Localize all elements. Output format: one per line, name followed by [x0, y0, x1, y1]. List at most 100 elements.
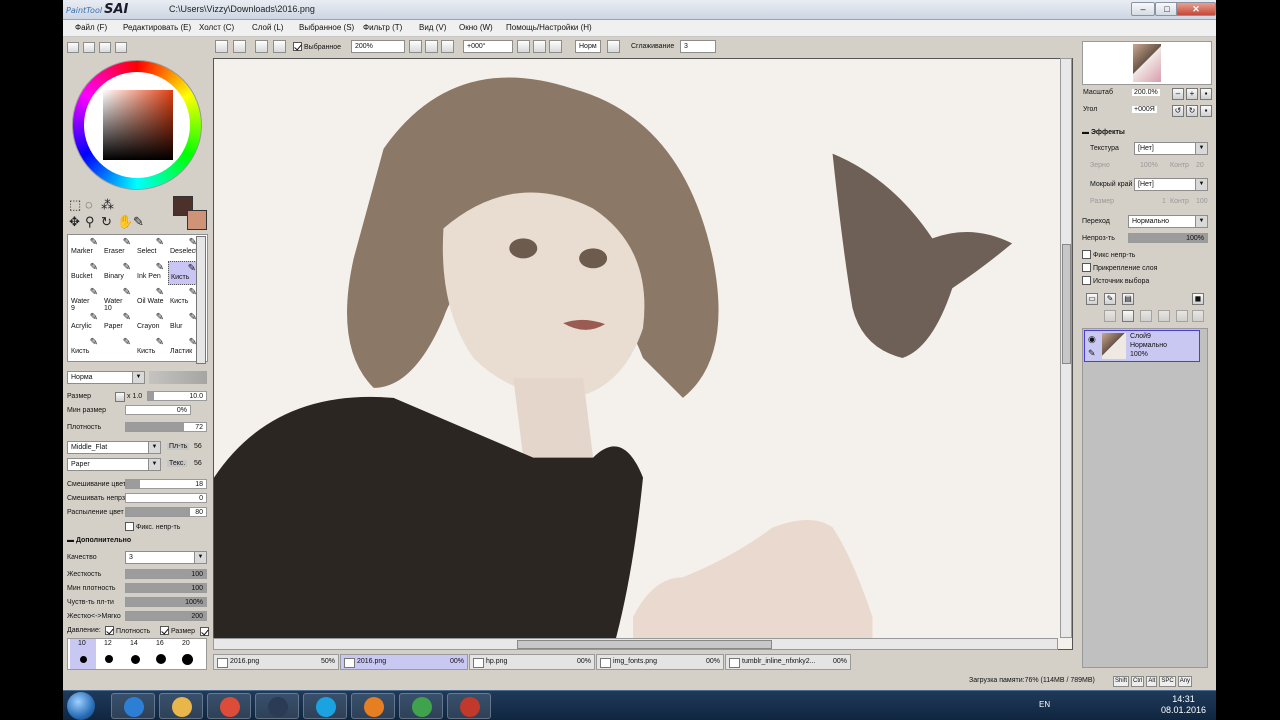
menu-file[interactable]: Файл (F)	[75, 23, 107, 32]
brush-size-preset[interactable]: 16	[148, 639, 174, 669]
menu-canvas[interactable]: Холст (C)	[199, 23, 234, 32]
document-tab[interactable]: img_fonts.png 00%	[596, 654, 724, 670]
canvas-horizontal-scrollbar[interactable]	[213, 638, 1058, 650]
advanced-section[interactable]: ▬ Дополнительно	[67, 537, 131, 544]
lock-opacity-checkbox[interactable]: Фикс непр-ть	[1082, 250, 1135, 259]
brush-item[interactable]: ✎ Eraser	[102, 236, 133, 260]
brush-lock-icon[interactable]: ✎	[1088, 348, 1096, 359]
quality-select[interactable]: 3	[125, 551, 207, 564]
taskbar-app-button[interactable]	[255, 693, 299, 719]
softness-slider[interactable]: 200	[125, 611, 207, 621]
mode-field[interactable]: Норм	[575, 40, 601, 53]
brush-size-preset[interactable]: 20	[174, 639, 200, 669]
wet-edge-select[interactable]: [Нет]	[1134, 178, 1208, 191]
taskbar-app-button[interactable]	[447, 693, 491, 719]
zoom-icon[interactable]: ⚲	[85, 215, 95, 228]
new-linework-layer-icon[interactable]: ✎	[1104, 293, 1116, 305]
clipping-checkbox[interactable]: Прикрепление слоя	[1082, 263, 1157, 272]
new-folder-icon[interactable]: ▤	[1122, 293, 1134, 305]
brush-item[interactable]: ✎ Blur	[168, 311, 199, 335]
toolbar-button[interactable]	[233, 40, 246, 53]
brush-item[interactable]: ✎ Кисть	[69, 336, 100, 360]
layer-action-icon[interactable]	[1192, 310, 1204, 322]
clear-layer-icon[interactable]	[1140, 310, 1152, 322]
toolbar-button[interactable]	[273, 40, 286, 53]
layer-item[interactable]: ◉ ✎ Слой9 Нормально 100%	[1084, 330, 1200, 362]
lasso-icon[interactable]: ◌	[85, 198, 93, 211]
rect-select-icon[interactable]: ⬚	[69, 198, 81, 211]
smoothing-select[interactable]: 3	[680, 40, 716, 53]
brush-shape-presets[interactable]	[149, 371, 207, 384]
color-saturation-square[interactable]	[103, 90, 173, 160]
transfer-down-icon[interactable]	[1104, 310, 1116, 322]
minimize-button[interactable]: –	[1131, 2, 1155, 16]
brush-size-preset[interactable]: 12	[96, 639, 122, 669]
density-slider[interactable]: 72	[125, 422, 207, 432]
layer-action-icon[interactable]	[1176, 310, 1188, 322]
min-density-slider[interactable]: 100	[125, 583, 207, 593]
rotate-right-button[interactable]: ↻	[1186, 105, 1198, 117]
brush-item[interactable]: ✎ Ink Pen	[135, 261, 166, 285]
brush-item[interactable]: ✎ Acrylic	[69, 311, 100, 335]
brush-item[interactable]: ✎ Кисть	[168, 286, 199, 310]
horizontal-scroll-thumb[interactable]	[517, 640, 772, 649]
menu-edit[interactable]: Редактировать (E)	[123, 23, 191, 32]
taskbar-app-button[interactable]	[207, 693, 251, 719]
system-clock[interactable]: 14:31 08.01.2016	[1161, 694, 1206, 716]
rotate-reset-button[interactable]: ▪	[1200, 105, 1212, 117]
artwork-canvas[interactable]	[214, 59, 1072, 649]
brush-item[interactable]: ✎ Bucket	[69, 261, 100, 285]
pressure-density-checkbox[interactable]: Плотность	[105, 626, 150, 635]
delete-layer-icon[interactable]	[1158, 310, 1170, 322]
brush-item[interactable]: ✎ Кисть	[135, 336, 166, 360]
selection-source-checkbox[interactable]: Источник выбора	[1082, 276, 1149, 285]
size-slider[interactable]: 10.0	[147, 391, 207, 401]
menu-window[interactable]: Окно (W)	[459, 23, 493, 32]
pressure-size-checkbox[interactable]: Размер	[160, 626, 195, 635]
brush-item[interactable]: ✎ Marker	[69, 236, 100, 260]
brush-item[interactable]: ✎ Ластик	[168, 336, 199, 360]
brush-size-preset[interactable]: 10	[70, 639, 96, 669]
start-button[interactable]	[67, 692, 95, 720]
zoom-in-button[interactable]: +	[1186, 88, 1198, 100]
menu-help[interactable]: Помощь/Настройки (H)	[506, 23, 592, 32]
blend-slider[interactable]: 18	[125, 479, 207, 489]
color-wheel-mode-icon[interactable]	[67, 42, 79, 53]
menu-selection[interactable]: Выбранное (S)	[299, 23, 354, 32]
layer-blend-select[interactable]: Нормально	[1128, 215, 1208, 228]
brush-item[interactable]: ✎ Deselect	[168, 236, 199, 260]
taskbar-app-button[interactable]	[159, 693, 203, 719]
texture-amount[interactable]: 56	[194, 460, 202, 467]
brush-item[interactable]: ✎ Binary	[102, 261, 133, 285]
blend-mode-select[interactable]: Норма	[67, 371, 145, 384]
swatches-icon[interactable]	[115, 42, 127, 53]
menu-layer[interactable]: Слой (L)	[252, 23, 283, 32]
hardness-slider[interactable]: 100	[125, 569, 207, 579]
brush-item[interactable]: ✎ Кисть	[168, 261, 199, 285]
layer-opacity-slider[interactable]: 100%	[1128, 233, 1208, 243]
eyedropper-icon[interactable]: ✎	[133, 215, 144, 228]
scale-value[interactable]: 200.0%	[1132, 89, 1160, 96]
dilution-slider[interactable]: 0	[125, 493, 207, 503]
brush-item[interactable]: ✎ Select	[135, 236, 166, 260]
document-tab[interactable]: tumblr_inline_nfxnky2... 00%	[725, 654, 851, 670]
menu-view[interactable]: Вид (V)	[419, 23, 446, 32]
brush-item[interactable]: ✎ Paper	[102, 311, 133, 335]
rgb-slider-icon[interactable]	[83, 42, 95, 53]
menu-filter[interactable]: Фильтр (T)	[363, 23, 402, 32]
taskbar-app-button[interactable]	[303, 693, 347, 719]
document-tab[interactable]: hp.png 00%	[469, 654, 595, 670]
merge-down-icon[interactable]	[1122, 310, 1134, 322]
toolbar-button[interactable]	[215, 40, 228, 53]
zoom-out-button[interactable]: –	[1172, 88, 1184, 100]
brush-item[interactable]: ✎ Crayon	[135, 311, 166, 335]
document-tab[interactable]: 2016.png 50%	[213, 654, 339, 670]
hand-icon[interactable]: ✋	[117, 215, 133, 228]
texture-select[interactable]: [Нет]	[1134, 142, 1208, 155]
toolbar-button[interactable]	[255, 40, 268, 53]
brush-texture-select[interactable]: Paper	[67, 458, 161, 471]
rotate-icon[interactable]: ↻	[101, 215, 112, 228]
hsv-slider-icon[interactable]	[99, 42, 111, 53]
secondary-color-swatch[interactable]	[187, 210, 207, 230]
zoom-out-button[interactable]	[409, 40, 422, 53]
